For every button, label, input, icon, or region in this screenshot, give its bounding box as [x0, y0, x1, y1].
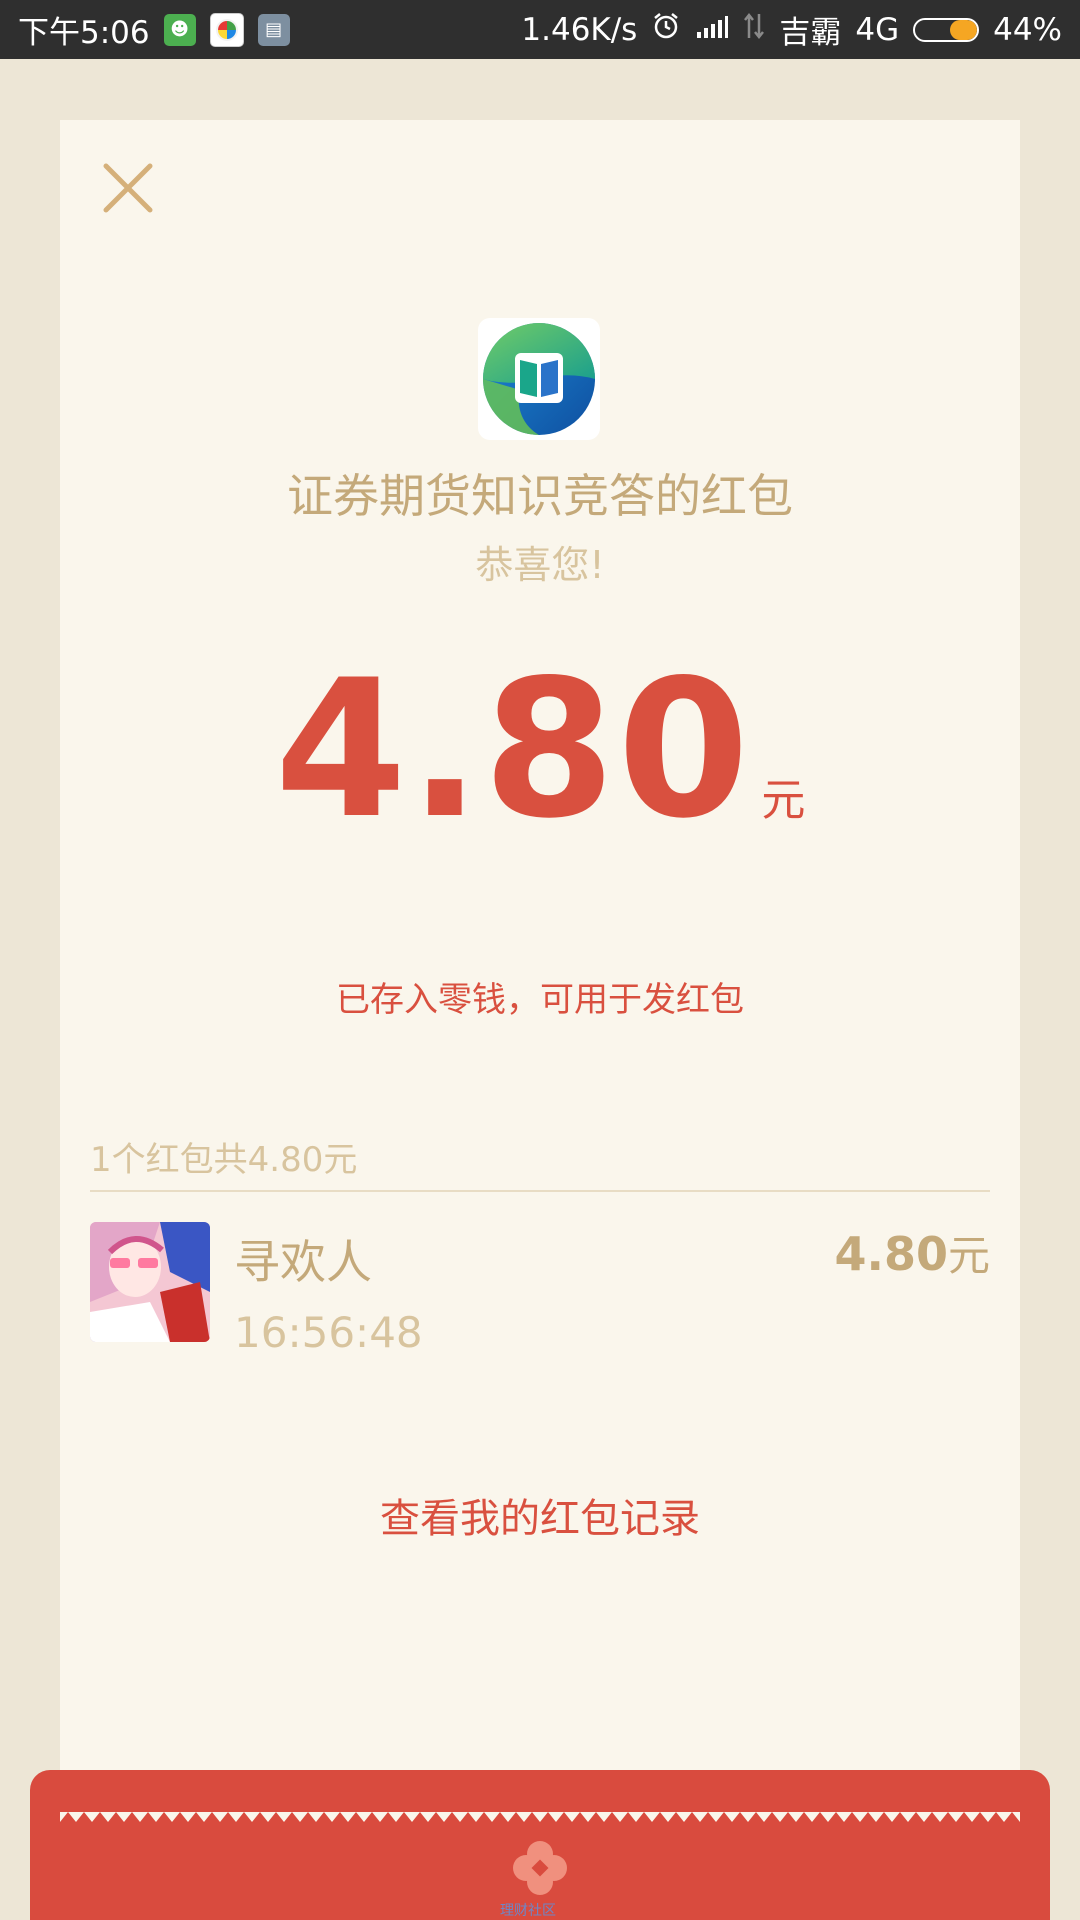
divider: [90, 1190, 990, 1192]
network-speed: 1.46K/s: [521, 11, 638, 48]
received-amount: 4.80 元: [60, 655, 1020, 845]
battery-level: [949, 19, 978, 40]
android-app-icon: ☻: [163, 13, 196, 46]
footer-brand: 理财社区: [500, 1903, 556, 1919]
document-app-icon: ▤: [257, 13, 290, 46]
book-logo-icon: [483, 323, 595, 435]
flower-logo-icon: [513, 1841, 567, 1895]
status-bar: 下午5:06 ☻ ▤ 1.46K/s 吉霸 4G 44%: [0, 0, 1080, 59]
status-time: 下午5:06: [18, 15, 150, 51]
sender-logo: [478, 318, 600, 440]
receive-time: 16:56:48: [234, 1308, 423, 1357]
close-button[interactable]: [100, 160, 156, 216]
packet-title: 证券期货知识竞答的红包: [287, 469, 793, 523]
battery-icon: [913, 17, 980, 42]
red-packet-detail-card: 证券期货知识竞答的红包 恭喜您! 4.80 元 已存入零钱，可用于发红包 1个红包…: [60, 120, 1020, 1820]
amount-value: 4.80: [274, 639, 752, 860]
view-records-link[interactable]: 查看我的红包记录: [60, 1486, 1020, 1544]
signal-icon: [695, 12, 729, 48]
battery-percent: 44%: [993, 11, 1062, 48]
network-type: 4G: [855, 11, 900, 48]
packet-summary: 1个红包共4.80元: [90, 1140, 358, 1180]
receiver-amount-unit: 元: [947, 1231, 990, 1280]
amount-unit: 元: [761, 775, 806, 826]
greeting-text: 恭喜您!: [475, 543, 605, 587]
colorful-app-icon: [209, 12, 244, 47]
close-icon: [103, 163, 153, 213]
receiver-amount-value: 4.80: [834, 1227, 948, 1281]
alarm-icon: [651, 11, 681, 49]
carrier-name: 吉霸: [779, 15, 842, 51]
avatar: [90, 1222, 210, 1342]
receiver-name: 寻欢人: [234, 1235, 372, 1289]
data-transfer-icon: [743, 12, 765, 48]
receiver-list-item: 寻欢人 16:56:48 4.80元: [90, 1222, 990, 1357]
deposited-note[interactable]: 已存入零钱，可用于发红包: [60, 972, 1020, 1021]
receiver-amount: 4.80元: [834, 1222, 990, 1283]
